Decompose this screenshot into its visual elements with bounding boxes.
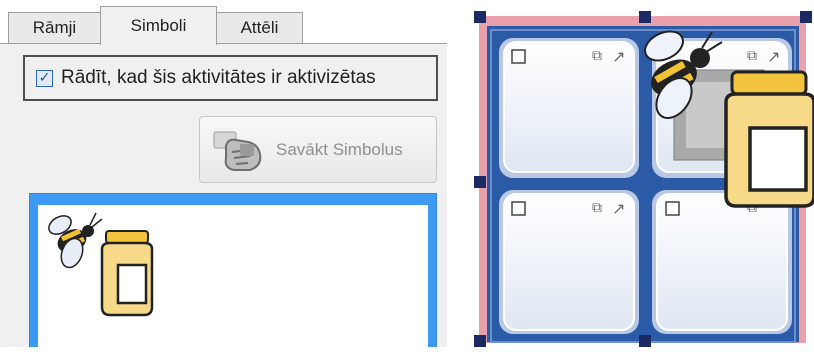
tab-simboli[interactable]: Simboli	[100, 6, 217, 45]
activity-canvas[interactable]: ⧉ ↗ ⧉ ↗ ⧉ ↗ ⧉	[474, 0, 814, 347]
honey-jar-icon[interactable]	[724, 70, 814, 208]
cell-checkbox[interactable]	[511, 49, 526, 64]
resize-handle[interactable]	[639, 335, 651, 347]
tab-atteli[interactable]: Attēli	[216, 12, 303, 43]
honey-jar-icon	[100, 230, 154, 317]
copy-icon[interactable]: ⧉	[592, 200, 602, 216]
cell-checkbox[interactable]	[511, 201, 526, 216]
expand-arrow-icon[interactable]: ↗	[612, 199, 625, 218]
copy-icon[interactable]: ⧉	[592, 48, 602, 64]
grid-cell[interactable]: ⧉	[652, 190, 792, 334]
symbol-preview-area[interactable]	[38, 205, 428, 347]
cell-checkbox[interactable]	[665, 201, 680, 216]
activation-checkbox-row[interactable]: ✓ Rādīt, kad šis aktivitātes ir aktivizē…	[23, 55, 438, 101]
resize-handle[interactable]	[639, 11, 651, 23]
tab-ramji[interactable]: Rāmji	[8, 12, 101, 43]
resize-handle[interactable]	[800, 11, 812, 23]
tab-divider	[0, 43, 447, 44]
hand-grab-icon	[213, 131, 262, 171]
collect-symbols-label: Savākt Simbolus	[276, 139, 403, 159]
resize-handle[interactable]	[474, 335, 486, 347]
expand-arrow-icon[interactable]: ↗	[612, 47, 625, 66]
bee-icon	[48, 212, 103, 269]
tab-bar: Rāmji Simboli Attēli	[0, 0, 447, 45]
resize-handle[interactable]	[474, 11, 486, 23]
resize-handle[interactable]	[474, 176, 486, 188]
grid-cell[interactable]: ⧉ ↗	[499, 38, 639, 178]
properties-panel: Rāmji Simboli Attēli ✓ Rādīt, kad šis ak…	[0, 0, 447, 347]
collect-symbols-button[interactable]: Savākt Simbolus	[199, 116, 437, 183]
expand-arrow-icon[interactable]: ↗	[767, 47, 780, 66]
grid-cell[interactable]: ⧉ ↗	[499, 190, 639, 334]
copy-icon[interactable]: ⧉	[747, 48, 757, 64]
activation-checkbox-label: Rādīt, kad šis aktivitātes ir aktivizēta…	[61, 67, 376, 88]
activation-checkbox[interactable]: ✓	[36, 69, 53, 87]
symbol-preview-frame	[29, 193, 437, 347]
